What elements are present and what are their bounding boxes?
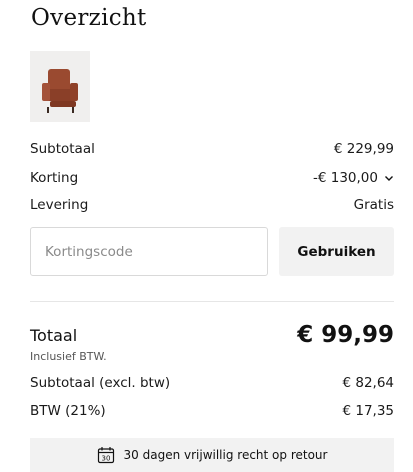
vat-row: BTW (21%) € 17,35 [30,401,394,421]
discount-toggle[interactable]: -€ 130,00 [313,170,394,186]
discount-row[interactable]: Korting -€ 130,00 [30,168,394,188]
total-row: Totaal € 99,99 [30,320,394,350]
discount-label: Korting [30,170,79,186]
vat-included-note: Inclusief BTW. [30,350,107,363]
subtotal-label: Subtotaal [30,141,95,157]
subtotal-excl-vat-row: Subtotaal (excl. btw) € 82,64 [30,373,394,393]
vat-value: € 17,35 [342,403,394,419]
discount-value: -€ 130,00 [313,170,378,186]
page-title: Overzicht [31,5,147,31]
subtotal-row: Subtotaal € 229,99 [30,139,394,159]
calendar-icon-number: 30 [101,454,110,462]
subtotal-excl-vat-value: € 82,64 [342,375,394,391]
delivery-label: Levering [30,197,89,213]
vat-label: BTW (21%) [30,403,106,419]
coupon-code-input[interactable] [30,227,268,276]
subtotal-value: € 229,99 [333,141,394,157]
recliner-chair-image [30,51,90,122]
apply-coupon-button[interactable]: Gebruiken [279,227,394,276]
returns-banner: 30 30 dagen vrijwillig recht op retour [30,438,394,472]
delivery-value: Gratis [353,197,394,213]
calendar-icon: 30 [97,447,114,464]
delivery-row: Levering Gratis [30,195,394,215]
product-thumbnail[interactable] [30,51,90,122]
chevron-down-icon[interactable] [384,173,394,183]
divider [30,301,394,302]
total-label: Totaal [30,325,78,345]
total-value: € 99,99 [297,322,394,348]
subtotal-excl-vat-label: Subtotaal (excl. btw) [30,375,171,391]
returns-text: 30 dagen vrijwillig recht op retour [123,448,328,462]
